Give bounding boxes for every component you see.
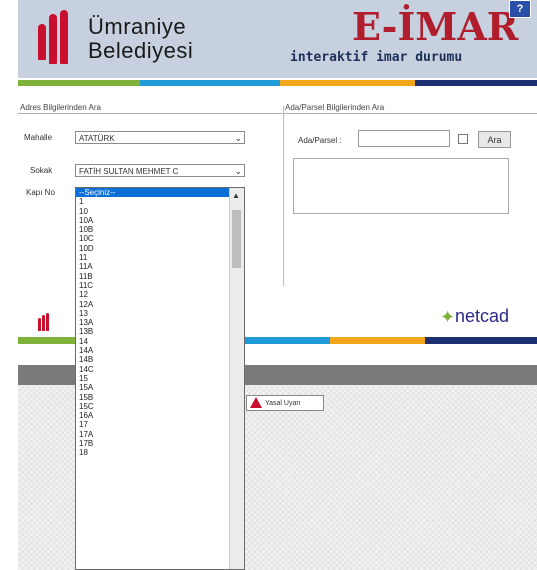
netcad-brand: netcad — [455, 306, 510, 326]
stripe-orange — [280, 80, 415, 86]
warning-icon — [250, 397, 262, 408]
kapi-no-option[interactable]: 17A — [76, 430, 244, 439]
sokak-value: FATİH SULTAN MEHMET C — [79, 167, 179, 176]
scrollbar-thumb[interactable] — [232, 210, 241, 268]
kapi-no-option[interactable]: 12A — [76, 300, 244, 309]
kapi-no-option[interactable]: 15 — [76, 374, 244, 383]
belediye-logo-icon — [38, 10, 78, 64]
chevron-down-icon: ⌄ — [234, 133, 242, 143]
kapi-no-option[interactable]: 15C — [76, 402, 244, 411]
divider — [284, 113, 537, 114]
kapi-no-options: --Seçiniz-- 1 10 10A 10B 10C 10D 11 11A 11B 11C 12 1… — [76, 188, 244, 458]
kapi-no-option[interactable]: 10C — [76, 234, 244, 243]
mahalle-label: Mahalle — [24, 133, 53, 142]
stripe-navy — [415, 80, 537, 86]
ada-parsel-label: Ada/Parsel : — [298, 136, 342, 145]
panel-divider — [283, 106, 284, 286]
chevron-up-icon[interactable]: ▲ — [232, 191, 240, 200]
kapi-no-option[interactable]: 17 — [76, 420, 244, 429]
stripe-blue — [140, 80, 280, 86]
parcel-results-list[interactable] — [293, 158, 509, 214]
ada-parsel-input[interactable] — [358, 130, 450, 147]
kapi-no-option[interactable]: 14C — [76, 365, 244, 374]
sokak-label: Sokak — [30, 166, 53, 175]
kapi-no-dropdown[interactable]: --Seçiniz-- 1 10 10A 10B 10C 10D 11 11A 11B 11C 12 1… — [75, 187, 245, 570]
netcad-logo-icon: ✦ — [440, 307, 456, 327]
brand-name-line1: Ümraniye — [88, 14, 187, 39]
kapi-no-option[interactable]: 10 — [76, 207, 244, 216]
parcel-checkbox[interactable] — [458, 134, 468, 144]
kapi-no-option[interactable]: 16A — [76, 411, 244, 420]
chevron-down-icon: ⌄ — [234, 166, 242, 176]
kapi-no-option[interactable]: 12 — [76, 290, 244, 299]
stripe-orange — [330, 337, 425, 344]
help-icon[interactable]: ? — [509, 0, 531, 18]
legal-warning-button[interactable]: Yasal Uyarı — [246, 395, 324, 411]
mahalle-select[interactable]: ATATÜRK ⌄ — [75, 131, 245, 144]
kapi-no-option[interactable]: 13A — [76, 318, 244, 327]
parcel-search-title: Ada/Parsel Bilgilerinden Ara — [285, 103, 385, 112]
kapi-no-option[interactable]: 15A — [76, 383, 244, 392]
mahalle-value: ATATÜRK — [79, 134, 115, 143]
eimar-title: E-İMAR — [352, 4, 519, 49]
kapi-no-option[interactable]: 15B — [76, 393, 244, 402]
kapi-no-option[interactable]: 11C — [76, 281, 244, 290]
warning-label: Yasal Uyarı — [265, 400, 301, 407]
kapi-no-option[interactable]: 17B — [76, 439, 244, 448]
ara-button[interactable]: Ara — [478, 131, 511, 148]
kapi-no-option[interactable]: 13 — [76, 309, 244, 318]
kapi-no-option[interactable]: --Seçiniz-- — [76, 188, 244, 198]
stripe-navy — [425, 337, 537, 344]
kapi-no-label: Kapı No — [26, 188, 55, 197]
kapi-no-option[interactable]: 14A — [76, 346, 244, 355]
kapi-no-option[interactable]: 11B — [76, 272, 244, 281]
kapi-no-option[interactable]: 13B — [76, 327, 244, 336]
kapi-no-option[interactable]: 10B — [76, 225, 244, 234]
stripe-blue — [240, 337, 330, 344]
kapi-no-option[interactable]: 18 — [76, 448, 244, 457]
dropdown-scrollbar[interactable]: ▲ — [229, 188, 244, 569]
kapi-no-option[interactable]: 14B — [76, 355, 244, 364]
stripe-green — [18, 80, 140, 86]
kapi-no-option[interactable]: 10D — [76, 244, 244, 253]
kapi-no-option[interactable]: 1 — [76, 197, 244, 206]
address-search-title: Adres Bilgilerinden Ara — [20, 103, 101, 112]
kapi-no-option[interactable]: 10A — [76, 216, 244, 225]
eimar-subtitle: interaktif imar durumu — [290, 50, 463, 65]
kapi-no-option[interactable]: 11A — [76, 262, 244, 271]
sokak-select[interactable]: FATİH SULTAN MEHMET C ⌄ — [75, 164, 245, 177]
kapi-no-option[interactable]: 11 — [76, 253, 244, 262]
divider — [18, 113, 282, 114]
belediye-logo-icon — [38, 313, 52, 331]
brand-name-line2: Belediyesi — [88, 38, 194, 63]
kapi-no-option[interactable]: 14 — [76, 337, 244, 346]
